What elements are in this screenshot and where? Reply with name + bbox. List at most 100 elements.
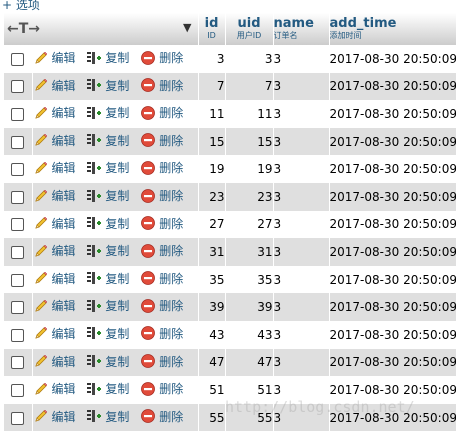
delete-button[interactable]: 删除 [140, 132, 183, 149]
delete-button[interactable]: 删除 [140, 270, 183, 287]
edit-button[interactable]: 编辑 [33, 132, 76, 149]
row-checkbox[interactable] [11, 356, 25, 370]
copy-button[interactable]: 复制 [86, 215, 129, 232]
row-actions-cell: 编辑 复制 删除 [32, 320, 199, 349]
edit-button[interactable]: 编辑 [33, 77, 76, 94]
edit-button[interactable]: 编辑 [33, 408, 76, 425]
column-header-id[interactable]: id ID [198, 13, 226, 45]
cell-id: 27 [198, 210, 226, 239]
delete-button[interactable]: 删除 [140, 77, 183, 94]
row-checkbox[interactable] [11, 328, 25, 342]
copy-button[interactable]: 复制 [86, 242, 129, 259]
pencil-icon [34, 327, 47, 340]
delete-label: 删除 [159, 244, 184, 259]
options-toggle-link[interactable]: + 选项 [2, 0, 40, 12]
row-checkbox[interactable] [11, 52, 25, 66]
copy-button[interactable]: 复制 [86, 270, 129, 287]
delete-button[interactable]: 删除 [140, 215, 183, 232]
copy-button[interactable]: 复制 [86, 77, 129, 94]
copy-button[interactable]: 复制 [86, 187, 129, 204]
cell-name: 3 [273, 265, 330, 294]
delete-icon [141, 161, 156, 175]
pencil-icon [34, 382, 47, 395]
column-header-add-time[interactable]: add_time 添加时间 [329, 13, 456, 45]
delete-button[interactable]: 删除 [140, 104, 183, 121]
cell-uid: 15 [225, 127, 274, 156]
column-arrows-control[interactable]: ←T→ [4, 21, 40, 37]
delete-button[interactable]: 删除 [140, 380, 183, 397]
row-checkbox[interactable] [11, 163, 25, 177]
column-header-name[interactable]: name 订单名 [273, 13, 330, 45]
row-checkbox[interactable] [11, 135, 25, 149]
cell-name: 3 [273, 210, 330, 239]
cell-id: 47 [198, 348, 226, 377]
delete-button[interactable]: 删除 [140, 159, 183, 176]
edit-button[interactable]: 编辑 [33, 297, 76, 314]
edit-button[interactable]: 编辑 [33, 159, 76, 176]
copy-button[interactable]: 复制 [86, 49, 129, 66]
table-row: 编辑 复制 删除 15 15 3 2017-08-30 20:50:09 [4, 127, 457, 156]
row-select-cell [4, 403, 33, 432]
pencil-icon [34, 354, 47, 367]
row-checkbox[interactable] [11, 218, 25, 232]
cell-uid: 7 [225, 72, 274, 101]
edit-label: 编辑 [51, 78, 76, 93]
delete-button[interactable]: 删除 [140, 49, 183, 66]
column-header-uid[interactable]: uid 用户ID [225, 13, 274, 45]
column-name: name [273, 16, 314, 31]
cell-id: 51 [198, 376, 226, 404]
copy-button[interactable]: 复制 [86, 132, 129, 149]
edit-button[interactable]: 编辑 [33, 325, 76, 342]
cell-name: 3 [273, 293, 330, 321]
copy-button[interactable]: 复制 [86, 159, 129, 176]
copy-button[interactable]: 复制 [86, 325, 129, 342]
copy-button[interactable]: 复制 [86, 380, 129, 397]
edit-button[interactable]: 编辑 [33, 215, 76, 232]
edit-button[interactable]: 编辑 [33, 380, 76, 397]
edit-button[interactable]: 编辑 [33, 242, 76, 259]
copy-button[interactable]: 复制 [86, 408, 129, 425]
row-actions-cell: 编辑 复制 删除 [32, 100, 199, 128]
row-checkbox[interactable] [11, 190, 25, 204]
row-checkbox[interactable] [11, 245, 25, 259]
copy-button[interactable]: 复制 [86, 104, 129, 121]
delete-icon [141, 133, 156, 148]
row-checkbox[interactable] [11, 301, 25, 315]
sort-triangle-icon[interactable]: ▼ [183, 21, 191, 34]
copy-insert-icon [87, 299, 102, 312]
edit-button[interactable]: 编辑 [33, 353, 76, 370]
delete-button[interactable]: 删除 [140, 408, 183, 425]
edit-button[interactable]: 编辑 [33, 270, 76, 287]
delete-label: 删除 [159, 161, 184, 176]
copy-insert-icon [87, 79, 102, 92]
row-checkbox[interactable] [11, 107, 25, 121]
delete-button[interactable]: 删除 [140, 353, 183, 370]
copy-label: 复制 [105, 326, 130, 341]
copy-button[interactable]: 复制 [86, 353, 129, 370]
column-name: add_time [329, 16, 397, 31]
row-checkbox[interactable] [11, 273, 25, 287]
edit-button[interactable]: 编辑 [33, 49, 76, 66]
row-select-cell [4, 72, 33, 101]
delete-button[interactable]: 删除 [140, 187, 183, 204]
row-checkbox[interactable] [11, 383, 25, 397]
delete-button[interactable]: 删除 [140, 297, 183, 314]
copy-button[interactable]: 复制 [86, 297, 129, 314]
row-actions-cell: 编辑 复制 删除 [32, 293, 199, 321]
cell-add-time: 2017-08-30 20:50:09 [329, 355, 457, 370]
delete-button[interactable]: 删除 [140, 325, 183, 342]
result-table: ←T→ ▼ id ID uid 用户ID name 订单名 add_time 添… [4, 13, 457, 432]
row-actions-cell: 编辑 复制 删除 [32, 210, 199, 239]
cell-add-time: 2017-08-30 20:50:09 [329, 79, 457, 94]
table-row: 编辑 复制 删除 51 51 3 2017-08-30 20:50:09 [4, 376, 457, 404]
cell-id: 7 [198, 72, 226, 101]
edit-button[interactable]: 编辑 [33, 187, 76, 204]
row-checkbox[interactable] [11, 80, 25, 94]
row-select-cell [4, 320, 33, 349]
delete-button[interactable]: 删除 [140, 242, 183, 259]
row-checkbox[interactable] [11, 411, 25, 425]
edit-label: 编辑 [51, 133, 76, 148]
edit-button[interactable]: 编辑 [33, 104, 76, 121]
delete-icon [141, 216, 156, 231]
copy-label: 复制 [105, 133, 130, 148]
